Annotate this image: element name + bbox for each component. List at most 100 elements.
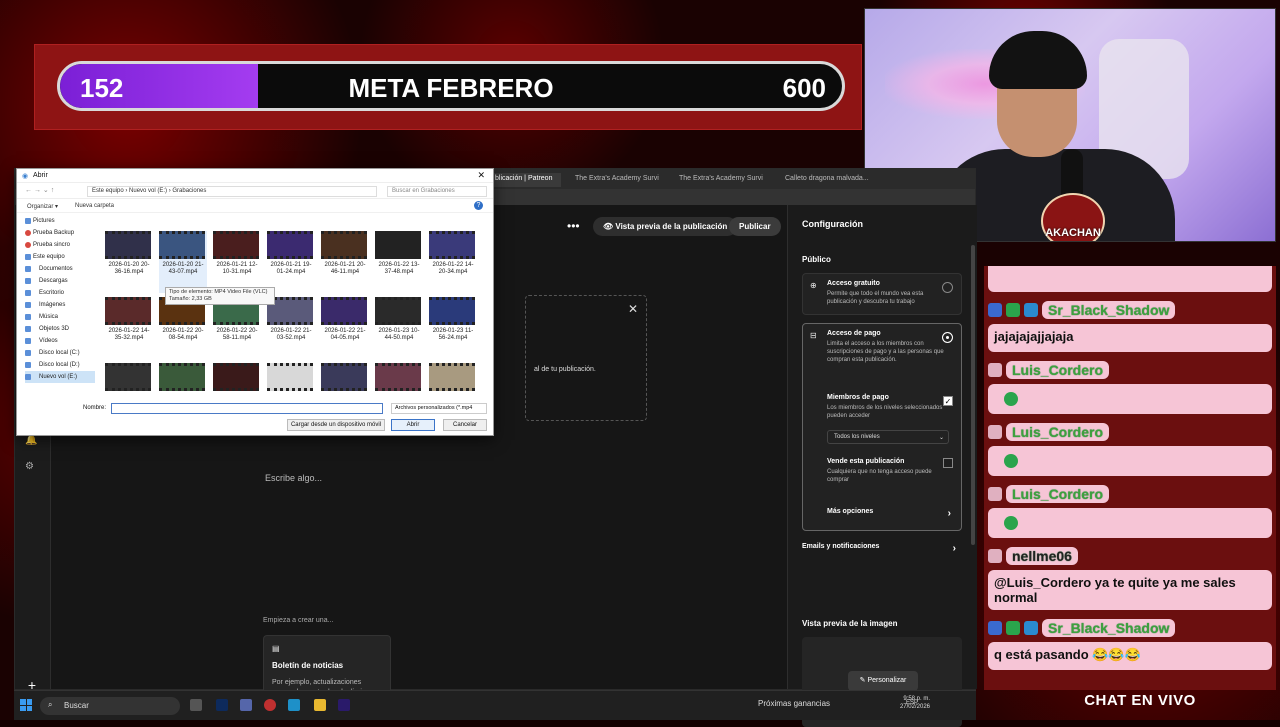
file-type-select[interactable]: Archivos personalizados (*.mp4 — [391, 403, 487, 414]
file-thumbnail[interactable]: 2026-01-22 14-20-34.mp4 — [429, 231, 477, 293]
video-thumbnail-image — [159, 363, 205, 391]
video-thumbnail-image — [105, 363, 151, 391]
file-thumbnail[interactable]: 2026-01-23 10-44-50.mp4 — [375, 297, 423, 359]
members-checkbox[interactable]: ✓ — [943, 396, 953, 406]
preview-post-button[interactable]: 👁 Vista previa de la publicación — [593, 217, 738, 236]
taskbar-search[interactable]: ⌕ Buscar — [40, 697, 180, 715]
file-thumbnail[interactable]: 2026-01-22 21-03-52.mp4 — [267, 297, 315, 359]
chat-username[interactable]: Luis_Cordero — [1006, 423, 1110, 441]
file-thumbnail[interactable]: 2026-01-22 14-35-32.mp4 — [105, 297, 153, 359]
file-thumbnail[interactable]: 2026-01-20 20-36-16.mp4 — [105, 231, 153, 293]
file-thumbnail[interactable] — [267, 363, 315, 399]
free-access-option[interactable]: ⊕ Acceso gratuito Permite que todo el mu… — [802, 273, 962, 315]
clock[interactable]: 9:58 p. m. 27/02/2026 — [900, 695, 930, 711]
chat-message: nellme06 @Luis_Cordero ya te quite ya me … — [988, 544, 1272, 610]
tree-item[interactable]: Prueba sincro — [25, 239, 95, 251]
tab-patreon[interactable]: blicación | Patreon — [489, 173, 561, 187]
tab-academy-2[interactable]: The Extra's Academy Surviv... — [673, 173, 763, 187]
sell-checkbox[interactable] — [943, 458, 953, 468]
chat-username[interactable]: Luis_Cordero — [1006, 361, 1110, 379]
premiere-icon[interactable] — [338, 699, 350, 711]
file-thumbnail[interactable]: 2026-01-21 12-10-31.mp4 — [213, 231, 261, 293]
help-icon[interactable]: ? — [474, 201, 483, 210]
upload-mobile-button[interactable]: Cargar desde un dispositivo móvil — [287, 419, 385, 431]
windows-start-icon[interactable] — [20, 699, 32, 711]
chat-username[interactable]: Sr_Black_Shadow — [1042, 619, 1176, 637]
file-thumbnail[interactable]: 2026-01-22 21-04-05.mp4 — [321, 297, 369, 359]
file-thumbnail[interactable] — [375, 363, 423, 399]
more-options-link[interactable]: Más opciones › — [827, 508, 957, 519]
photoshop-icon[interactable] — [216, 699, 228, 711]
back-arrow-icon[interactable]: ← → ⌄ ↑ — [25, 186, 54, 194]
tree-item[interactable]: Disco local (C:) — [25, 347, 95, 359]
file-thumbnail[interactable]: 2026-01-21 20-46-11.mp4 — [321, 231, 369, 293]
scrollbar[interactable] — [971, 245, 975, 545]
free-access-desc: Permite que todo el mundo vea esta publi… — [827, 291, 924, 305]
tree-item[interactable]: Pictures — [25, 215, 95, 227]
file-thumbnail[interactable]: 2026-01-21 19-01-24.mp4 — [267, 231, 315, 293]
filename-input[interactable] — [111, 403, 383, 414]
folder-icon[interactable] — [314, 699, 326, 711]
tree-item[interactable]: Objetos 3D — [25, 323, 95, 335]
dropzone-hint: al de tu publicación. — [534, 366, 596, 373]
file-thumbnail[interactable]: 2026-01-20 21-43-07.mp4 — [159, 231, 207, 293]
customize-button[interactable]: ✎ Personalizar — [848, 671, 918, 691]
tree-item[interactable]: Prueba Backup — [25, 227, 95, 239]
tree-item[interactable]: Nuevo vol (E:) — [25, 371, 95, 383]
file-name: 2026-01-20 21-43-07.mp4 — [162, 262, 204, 275]
emails-notifications-link[interactable]: Emails y notificaciones › — [802, 543, 962, 554]
media-dropzone[interactable]: ✕ al de tu publicación. — [525, 295, 647, 421]
goal-target: 600 — [782, 73, 826, 103]
file-thumbnail[interactable] — [213, 363, 261, 399]
open-button[interactable]: Abrir — [391, 419, 435, 431]
tree-item[interactable]: Vídeos — [25, 335, 95, 347]
video-thumbnail-image — [267, 231, 313, 259]
search-input[interactable]: Buscar en Grabaciones — [387, 186, 487, 197]
close-icon[interactable]: ✕ — [628, 302, 638, 316]
more-horizontal-icon[interactable]: ••• — [567, 219, 580, 239]
tree-item[interactable]: Disco local (D:) — [25, 359, 95, 371]
file-grid: 2026-01-20 20-36-16.mp4 2026-01-20 21-43-… — [105, 231, 481, 399]
tree-item[interactable]: Escritorio — [25, 287, 95, 299]
file-name: 2026-01-20 20-36-16.mp4 — [108, 262, 150, 275]
chat-title: CHAT EN VIVO — [1084, 692, 1196, 709]
chat-username[interactable]: Luis_Cordero — [1006, 485, 1110, 503]
paid-access-radio[interactable] — [942, 332, 953, 343]
publish-button[interactable]: Publicar — [729, 217, 781, 236]
edge-icon[interactable] — [288, 699, 300, 711]
obs-icon[interactable] — [264, 699, 276, 711]
tree-item[interactable]: Imágenes — [25, 299, 95, 311]
breadcrumb[interactable]: Este equipo › Nuevo vol (E:) › Grabacion… — [87, 186, 377, 197]
file-thumbnail[interactable]: 2026-01-22 13-37-48.mp4 — [375, 231, 423, 293]
file-thumbnail[interactable] — [105, 363, 153, 399]
new-folder-button[interactable]: Nueva carpeta — [75, 203, 114, 209]
tree-item[interactable]: Este equipo — [25, 251, 95, 263]
organize-button[interactable]: Organizar ▾ — [27, 203, 58, 210]
tab-dragona[interactable]: Calleto dragona malvada... — [779, 173, 869, 187]
tiers-select[interactable]: Todos los niveles ⌄ — [827, 430, 949, 444]
file-thumbnail[interactable] — [321, 363, 369, 399]
chat-username[interactable]: nellme06 — [1006, 547, 1078, 565]
badge-icon — [1006, 303, 1020, 317]
task-view-icon[interactable] — [190, 699, 202, 711]
cancel-button[interactable]: Cancelar — [443, 419, 487, 431]
app-icon[interactable] — [240, 699, 252, 711]
free-access-radio[interactable] — [942, 282, 953, 293]
file-thumbnail[interactable] — [159, 363, 207, 399]
gear-icon[interactable]: ⚙ — [25, 461, 34, 472]
tree-item[interactable]: Descargas — [25, 275, 95, 287]
chat-username[interactable]: Sr_Black_Shadow — [1042, 301, 1176, 319]
file-thumbnail[interactable]: 2026-01-22 20-08-54.mp4 — [159, 297, 207, 359]
file-thumbnail[interactable]: 2026-01-23 11-56-24.mp4 — [429, 297, 477, 359]
tree-item[interactable]: Música — [25, 311, 95, 323]
paid-access-option[interactable]: ⊟ Acceso de pago Limita el acceso a los … — [802, 323, 962, 531]
close-icon[interactable]: ✕ — [477, 170, 485, 181]
earnings-widget[interactable]: Próximas ganancias — [758, 699, 830, 708]
compose-input[interactable]: Escribe algo... — [265, 473, 322, 483]
file-thumbnail[interactable]: 2026-01-22 20-58-11.mp4 — [213, 297, 261, 359]
tab-academy-1[interactable]: The Extra's Academy Surviv... — [569, 173, 659, 187]
file-thumbnail[interactable] — [429, 363, 477, 399]
tree-item[interactable]: Documentos — [25, 263, 95, 275]
badge-icon — [988, 303, 1002, 317]
video-thumbnail-image — [105, 297, 151, 325]
